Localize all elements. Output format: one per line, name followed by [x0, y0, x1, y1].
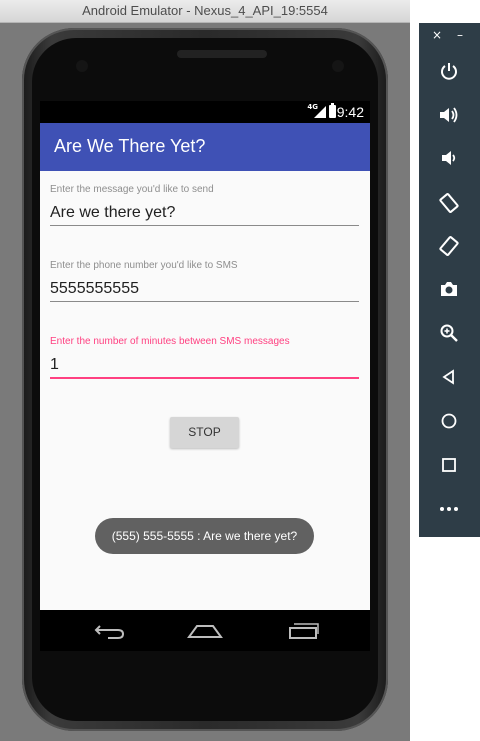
back-icon[interactable]	[90, 618, 130, 642]
app-title: Are We There Yet?	[54, 136, 206, 156]
minimize-icon[interactable]: –	[457, 28, 463, 42]
camera-icon[interactable]	[434, 274, 464, 304]
message-input[interactable]: Are we there yet?	[50, 203, 359, 226]
message-label: Enter the message you'd like to send	[50, 184, 214, 195]
status-time: 9:42	[336, 104, 364, 120]
rotate-right-icon[interactable]	[434, 231, 464, 261]
volume-up-icon[interactable]	[434, 100, 464, 130]
rotate-left-icon[interactable]	[434, 188, 464, 218]
home-icon[interactable]	[185, 618, 225, 642]
speaker-grille	[177, 50, 267, 58]
window-title: Android Emulator - Nexus_4_API_19:5554	[0, 0, 410, 23]
device-screen: 4G 9:42 Are We There Yet? Enter the mess…	[40, 101, 370, 651]
proximity-sensor	[332, 60, 344, 72]
emulator-toolbar: × –	[419, 23, 480, 537]
signal-icon	[314, 106, 326, 118]
minutes-input[interactable]: 1	[50, 355, 359, 379]
navigation-bar	[40, 610, 370, 651]
phone-label: Enter the phone number you'd like to SMS	[50, 260, 238, 271]
battery-icon	[329, 103, 336, 118]
zoom-icon[interactable]	[434, 318, 464, 348]
app-bar: Are We There Yet?	[40, 123, 370, 171]
power-icon[interactable]	[434, 56, 464, 86]
back-icon[interactable]	[434, 362, 464, 392]
phone-field[interactable]: Enter the phone number you'd like to SMS…	[50, 260, 359, 302]
phone-input[interactable]: 5555555555	[50, 279, 359, 302]
stop-button[interactable]: STOP	[170, 417, 239, 448]
status-bar: 4G 9:42	[40, 101, 370, 123]
minutes-field[interactable]: Enter the number of minutes between SMS …	[50, 336, 359, 379]
front-camera	[76, 60, 88, 72]
emulator-window: Android Emulator - Nexus_4_API_19:5554 4…	[0, 0, 410, 741]
recents-icon[interactable]	[284, 618, 324, 642]
minutes-label: Enter the number of minutes between SMS …	[50, 336, 290, 347]
toolbar-window-controls: × –	[419, 28, 480, 44]
overview-icon[interactable]	[434, 450, 464, 480]
more-icon[interactable]	[434, 494, 464, 524]
close-icon[interactable]: ×	[432, 28, 442, 42]
volume-down-icon[interactable]	[434, 143, 464, 173]
home-icon[interactable]	[434, 406, 464, 436]
toast-message: (555) 555-5555 : Are we there yet?	[95, 518, 314, 554]
message-field[interactable]: Enter the message you'd like to send Are…	[50, 184, 359, 226]
